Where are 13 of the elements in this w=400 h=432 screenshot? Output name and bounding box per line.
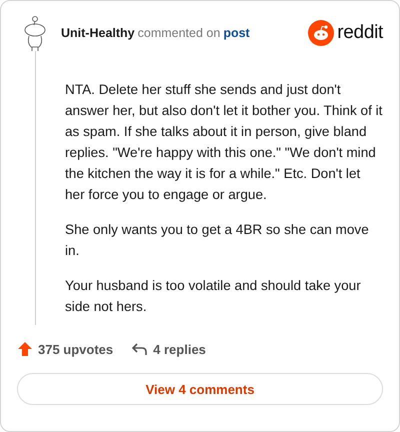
comment-paragraph: NTA. Delete her stuff she sends and just don't answer her, but also don't let it bother you. Think of it as spam. If she talks about it in person, give bland replies. "We're happy with this one." "We don't mind the kitchen the way it is for a while." Etc. Don't let her force you to engage or argue.	[65, 81, 383, 204]
username[interactable]: Unit-Healthy	[61, 26, 135, 40]
reply-count: 4 replies	[153, 342, 206, 356]
comment-paragraph: She only wants you to get a 4BR so she can move in.	[65, 221, 370, 260]
upvote-icon[interactable]	[17, 341, 33, 357]
alien-logo-icon	[308, 20, 334, 46]
upvote-count: 375 upvotes	[38, 342, 114, 356]
post-link[interactable]: post	[223, 26, 250, 40]
view-comments-button[interactable]: View 4 comments	[17, 373, 383, 405]
reply-icon[interactable]	[131, 342, 148, 356]
comment-paragraph: Your husband is too volatile and should take your side not hers.	[65, 277, 362, 316]
action-text: commented on	[138, 26, 220, 40]
brand-name: reddit	[337, 22, 383, 44]
